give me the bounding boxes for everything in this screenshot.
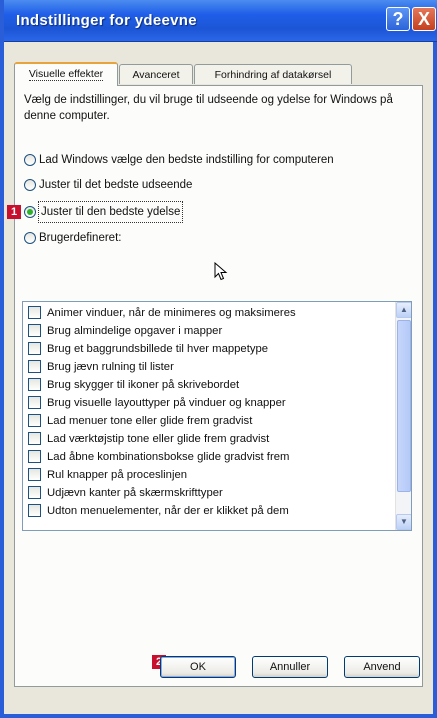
checkbox[interactable] <box>28 432 41 445</box>
tab-label: Visuelle effekter <box>28 68 104 81</box>
list-item[interactable]: Lad menuer tone eller glide frem gradvis… <box>23 412 393 430</box>
checkbox-label: Lad værktøjstip tone eller glide frem gr… <box>47 433 270 445</box>
list-item[interactable]: Lad værktøjstip tone eller glide frem gr… <box>23 430 393 448</box>
checkbox-label: Rul knapper på proceslinjen <box>47 469 188 481</box>
checkbox-label: Animer vinduer, når de minimeres og maks… <box>47 307 296 319</box>
ok-button[interactable]: OK <box>160 656 236 678</box>
radio-custom[interactable]: Brugerdefineret: <box>24 228 324 248</box>
radio-button-selected[interactable] <box>24 206 36 218</box>
cancel-button[interactable]: Annuller <box>252 656 328 678</box>
radio-button[interactable] <box>24 232 36 244</box>
radio-best-performance[interactable]: Juster til den bedste ydelse <box>24 201 324 223</box>
list-item[interactable]: Brug almindelige opgaver i mapper <box>23 322 393 340</box>
performance-options-dialog: Indstillinger for ydeevne ? X Visuelle e… <box>0 0 437 718</box>
checkbox-label: Brug jævn rulning til lister <box>47 361 174 373</box>
radio-label: Juster til det bedste udseende <box>39 179 193 191</box>
radio-best-appearance[interactable]: Juster til det bedste udseende <box>24 175 324 195</box>
list-item[interactable]: Brug visuelle layouttyper på vinduer og … <box>23 394 393 412</box>
checkbox[interactable] <box>28 450 41 463</box>
checkbox-label: Brug visuelle layouttyper på vinduer og … <box>47 397 286 409</box>
step-badge-1: 1 <box>7 205 21 219</box>
tab-label: Forhindring af datakørsel <box>214 69 332 81</box>
description-text: Vælg de indstillinger, du vil bruge til … <box>24 94 393 122</box>
radio-let-windows-choose[interactable]: Lad Windows vælge den bedste indstilling… <box>24 150 404 170</box>
title-bar[interactable]: Indstillinger for ydeevne ? X <box>4 0 437 42</box>
tab-data-execution-prevention[interactable]: Forhindring af datakørsel <box>194 64 352 84</box>
checkbox[interactable] <box>28 360 41 373</box>
close-button[interactable]: X <box>412 7 436 31</box>
checkbox[interactable] <box>28 324 41 337</box>
checkbox-label: Lad åbne kombinationsbokse glide gradvis… <box>47 451 290 463</box>
checkbox-label: Brug almindelige opgaver i mapper <box>47 325 223 337</box>
checkbox[interactable] <box>28 468 41 481</box>
checkbox[interactable] <box>28 414 41 427</box>
list-item[interactable]: Udjævn kanter på skærmskrifttyper <box>23 484 393 502</box>
list-item[interactable]: Rul knapper på proceslinjen <box>23 466 393 484</box>
list-item[interactable]: Brug jævn rulning til lister <box>23 358 393 376</box>
dialog-client: Visuelle effekter Avanceret Forhindring … <box>4 42 433 714</box>
list-item[interactable]: Brug skygger til ikoner på skrivebordet <box>23 376 393 394</box>
checkbox-label: Lad menuer tone eller glide frem gradvis… <box>47 415 253 427</box>
checkbox[interactable] <box>28 342 41 355</box>
visual-effects-list[interactable]: Animer vinduer, når de minimeres og maks… <box>22 301 412 531</box>
scroll-thumb[interactable] <box>397 320 411 492</box>
help-button[interactable]: ? <box>386 7 410 31</box>
mouse-cursor-icon <box>214 262 228 281</box>
checkbox-label: Brug et baggrundsbillede til hver mappet… <box>47 343 269 355</box>
checkbox[interactable] <box>28 504 41 517</box>
tab-label: Avanceret <box>132 69 180 81</box>
radio-label: Juster til den bedste ydelse <box>37 201 184 223</box>
list-scrollbar[interactable]: ▲ ▼ <box>395 302 411 530</box>
checkbox-label: Udjævn kanter på skærmskrifttyper <box>47 487 223 499</box>
radio-label: Brugerdefineret: <box>39 232 122 244</box>
list-item[interactable]: Animer vinduer, når de minimeres og maks… <box>23 304 393 322</box>
radio-button[interactable] <box>24 154 36 166</box>
radio-button[interactable] <box>24 179 36 191</box>
list-item[interactable]: Brug et baggrundsbillede til hver mappet… <box>23 340 393 358</box>
checkbox[interactable] <box>28 306 41 319</box>
tab-visual-effects[interactable]: Visuelle effekter <box>14 62 118 86</box>
checkbox[interactable] <box>28 486 41 499</box>
scroll-down-button[interactable]: ▼ <box>396 514 411 530</box>
list-item[interactable]: Lad åbne kombinationsbokse glide gradvis… <box>23 448 393 466</box>
checkbox[interactable] <box>28 396 41 409</box>
apply-button[interactable]: Anvend <box>344 656 420 678</box>
checkbox[interactable] <box>28 378 41 391</box>
tab-advanced[interactable]: Avanceret <box>119 64 193 84</box>
checkbox-label: Udton menuelementer, når der er klikket … <box>47 505 289 517</box>
checkbox-label: Brug skygger til ikoner på skrivebordet <box>47 379 240 391</box>
list-item[interactable]: Udton menuelementer, når der er klikket … <box>23 502 393 520</box>
radio-label: Lad Windows vælge den bedste indstilling… <box>39 154 334 166</box>
window-title: Indstillinger for ydeevne <box>16 12 197 29</box>
scroll-up-button[interactable]: ▲ <box>396 302 411 318</box>
